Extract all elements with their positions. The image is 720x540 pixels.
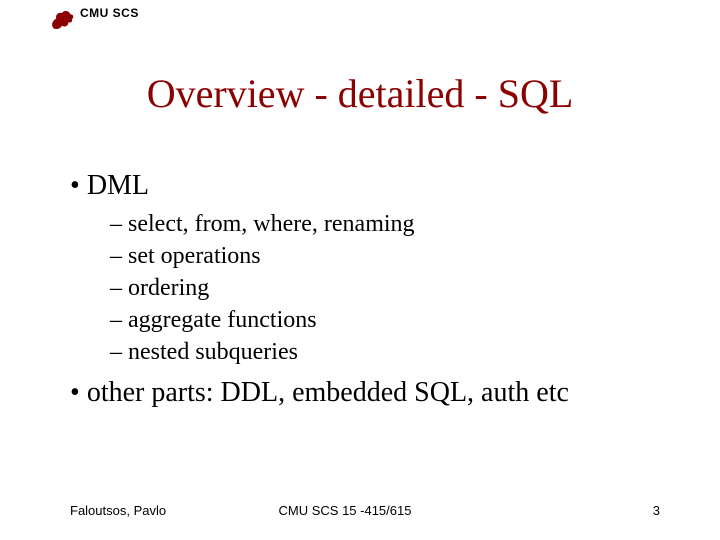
bullet-subitem: ordering [110, 273, 660, 303]
bullet-subitem: set operations [110, 241, 660, 271]
slide: CMU SCS Overview - detailed - SQL DML se… [0, 0, 720, 540]
bullet-subitem: nested subqueries [110, 337, 660, 367]
slide-body: DML select, from, where, renaming set op… [70, 160, 660, 416]
griffin-icon [48, 6, 76, 34]
bullet-item: other parts: DDL, embedded SQL, auth etc [70, 375, 660, 410]
footer-page-number: 3 [653, 503, 660, 518]
slide-footer: Faloutsos, Pavlo CMU SCS 15 -415/615 3 [70, 503, 660, 518]
slide-title: Overview - detailed - SQL [0, 70, 720, 117]
bullet-item: DML [70, 168, 660, 203]
slide-header: CMU SCS [48, 6, 139, 34]
bullet-subitem: select, from, where, renaming [110, 209, 660, 239]
bullet-subitem: aggregate functions [110, 305, 660, 335]
footer-authors: Faloutsos, Pavlo [70, 503, 166, 518]
header-org-label: CMU SCS [80, 6, 139, 20]
